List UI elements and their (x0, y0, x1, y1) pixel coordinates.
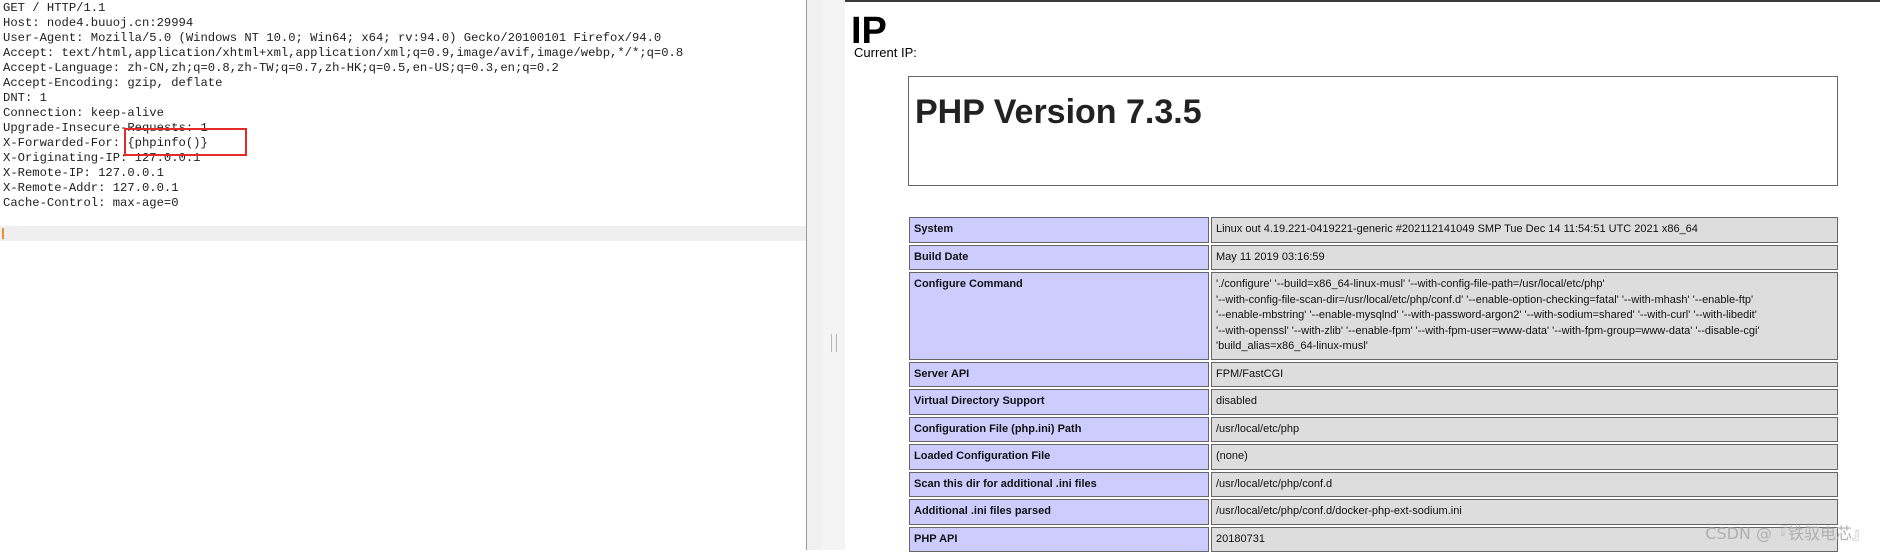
table-row: Build Date May 11 2019 03:16:59 (909, 245, 1838, 271)
row-key: Configure Command (909, 272, 1209, 360)
splitter-gap (821, 0, 845, 550)
csdn-watermark: CSDN @『铁驭电芯』 (1705, 520, 1868, 544)
row-value: /usr/local/etc/php/conf.d (1211, 472, 1838, 498)
request-line-x-remote-ip: X-Remote-IP: 127.0.0.1 (3, 166, 683, 181)
table-row: Scan this dir for additional .ini files … (909, 472, 1838, 498)
table-row: System Linux out 4.19.221-0419221-generi… (909, 217, 1838, 243)
table-row: PHP API 20180731 (909, 527, 1838, 552)
request-line-x-originating-ip: X-Originating-IP: 127.0.0.1 (3, 151, 683, 166)
row-key: System (909, 217, 1209, 243)
row-key: Virtual Directory Support (909, 389, 1209, 415)
table-row: Configuration File (php.ini) Path /usr/l… (909, 417, 1838, 443)
request-line-accept-language: Accept-Language: zh-CN,zh;q=0.8,zh-TW;q=… (3, 61, 683, 76)
request-editor[interactable]: GET / HTTP/1.1 Host: node4.buuoj.cn:2999… (0, 0, 806, 550)
row-key: Scan this dir for additional .ini files (909, 472, 1209, 498)
request-line-dnt: DNT: 1 (3, 91, 683, 106)
row-value: /usr/local/etc/php (1211, 417, 1838, 443)
configure-line: '--with-openssl' '--with-zlib' '--enable… (1216, 324, 1833, 340)
request-line-user-agent: User-Agent: Mozilla/5.0 (Windows NT 10.0… (3, 31, 683, 46)
configure-line: './configure' '--build=x86_64-linux-musl… (1216, 277, 1833, 293)
request-line-connection: Connection: keep-alive (3, 106, 683, 121)
row-key: Build Date (909, 245, 1209, 271)
request-text[interactable]: GET / HTTP/1.1 Host: node4.buuoj.cn:2999… (3, 1, 683, 211)
current-ip-label: Current IP: (854, 45, 917, 60)
configure-line: '--enable-mbstring' '--enable-mysqlnd' '… (1216, 308, 1833, 324)
table-row: Server API FPM/FastCGI (909, 362, 1838, 388)
request-line-cache-control: Cache-Control: max-age=0 (3, 196, 683, 211)
annotation-highlight-box (124, 128, 247, 156)
request-line-x-remote-addr: X-Remote-Addr: 127.0.0.1 (3, 181, 683, 196)
configure-line: '--with-config-file-scan-dir=/usr/local/… (1216, 293, 1833, 309)
request-line-x-forwarded-for: X-Forwarded-For: {phpinfo()} (3, 136, 683, 151)
current-line-highlight[interactable] (0, 226, 806, 241)
pane-splitter[interactable] (806, 0, 822, 550)
response-render: IP Current IP: PHP Version 7.3.5 System … (845, 0, 1880, 552)
table-row: Configure Command './configure' '--build… (909, 272, 1838, 360)
phpinfo-table: System Linux out 4.19.221-0419221-generi… (907, 215, 1840, 552)
row-key: Loaded Configuration File (909, 444, 1209, 470)
php-version-title: PHP Version 7.3.5 (915, 93, 1202, 132)
phpinfo-header: PHP Version 7.3.5 (908, 76, 1838, 186)
row-key: PHP API (909, 527, 1209, 552)
row-value: disabled (1211, 389, 1838, 415)
request-line-host: Host: node4.buuoj.cn:29994 (3, 16, 683, 31)
table-row: Virtual Directory Support disabled (909, 389, 1838, 415)
request-line-method: GET / HTTP/1.1 (3, 1, 683, 16)
request-line-accept: Accept: text/html,application/xhtml+xml,… (3, 46, 683, 61)
splitter-grip-icon[interactable] (831, 334, 837, 352)
row-value: Linux out 4.19.221-0419221-generic #2021… (1211, 217, 1838, 243)
request-line-upgrade-insecure: Upgrade-Insecure-Requests: 1 (3, 121, 683, 136)
row-value: May 11 2019 03:16:59 (1211, 245, 1838, 271)
row-value: (none) (1211, 444, 1838, 470)
table-row: Loaded Configuration File (none) (909, 444, 1838, 470)
row-key: Additional .ini files parsed (909, 499, 1209, 525)
configure-line: 'build_alias=x86_64-linux-musl' (1216, 339, 1833, 355)
row-key: Server API (909, 362, 1209, 388)
table-row: Additional .ini files parsed /usr/local/… (909, 499, 1838, 525)
row-key: Configuration File (php.ini) Path (909, 417, 1209, 443)
row-value: FPM/FastCGI (1211, 362, 1838, 388)
text-caret (2, 228, 4, 239)
request-line-accept-encoding: Accept-Encoding: gzip, deflate (3, 76, 683, 91)
row-value-configure: './configure' '--build=x86_64-linux-musl… (1211, 272, 1838, 360)
